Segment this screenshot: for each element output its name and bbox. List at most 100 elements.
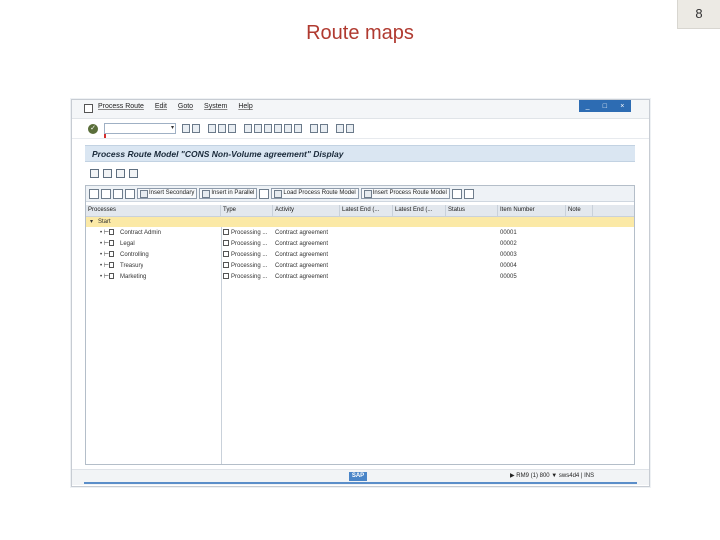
filter-icon[interactable] (101, 188, 111, 199)
system-toolbar-icons (182, 124, 354, 133)
menu-goto[interactable]: Goto (178, 103, 193, 110)
last-page-icon[interactable] (294, 124, 302, 133)
system-info[interactable]: ▶ RM9 (1) 800 ▼ sws4d4 | INS (510, 472, 594, 479)
shortcut-icon[interactable] (320, 124, 328, 133)
export-icon[interactable] (463, 188, 474, 199)
system-toolbar: ✓ ▾ (72, 120, 649, 139)
item-number: 00003 (500, 252, 517, 258)
chevron-down-icon[interactable]: ▾ (171, 124, 174, 133)
save-icon[interactable] (182, 124, 190, 133)
item-number: 00002 (500, 241, 517, 247)
back-icon[interactable] (192, 124, 200, 133)
new-session-icon[interactable] (310, 124, 318, 133)
first-page-icon[interactable] (264, 124, 272, 133)
input-cursor (104, 134, 106, 138)
delete-icon[interactable] (259, 188, 270, 199)
table-row[interactable]: • ⊢ Controlling Processing ... Contract … (86, 250, 634, 260)
menu-help[interactable]: Help (238, 103, 252, 110)
menu-edit[interactable]: Edit (155, 103, 167, 110)
item-number: 00001 (500, 230, 517, 236)
process-name: Treasury (120, 263, 144, 269)
menu-icon[interactable] (84, 104, 93, 113)
col-item-number[interactable]: Item Number (498, 205, 566, 216)
maximize-icon[interactable]: □ (603, 103, 607, 110)
process-name: Legal (120, 241, 135, 247)
application-toolbar (85, 166, 640, 180)
process-type: Processing ... (223, 239, 267, 249)
process-name: Controlling (120, 252, 149, 258)
bottom-accent-line (84, 482, 637, 484)
item-number: 00004 (500, 263, 517, 269)
display-change-icon[interactable] (90, 168, 99, 178)
table-row[interactable]: • ⊢ Marketing Processing ... Contract ag… (86, 272, 634, 282)
col-activity[interactable]: Activity (273, 205, 340, 216)
window-controls: _ □ × (579, 100, 631, 112)
tree-node-icon: • ⊢ (100, 239, 116, 249)
process-activity: Contract agreement (275, 274, 329, 280)
close-icon[interactable]: × (620, 103, 624, 110)
tree-node-icon: • ⊢ (100, 250, 116, 260)
menu-system[interactable]: System (204, 103, 227, 110)
col-type[interactable]: Type (221, 205, 273, 216)
document-icon (223, 262, 229, 268)
table-row[interactable]: • ⊢ Legal Processing ... Contract agreem… (86, 239, 634, 249)
find-icon[interactable] (244, 124, 252, 133)
cancel-icon[interactable] (218, 124, 226, 133)
find-next-icon[interactable] (254, 124, 262, 133)
print-icon[interactable] (228, 124, 236, 133)
prev-page-icon[interactable] (274, 124, 282, 133)
document-icon (223, 240, 229, 246)
col-note[interactable]: Note (566, 205, 593, 216)
enter-check-icon[interactable]: ✓ (88, 124, 98, 134)
tree-node-icon: • ⊢ (100, 261, 116, 271)
print-preview-icon[interactable] (451, 188, 462, 199)
help-icon[interactable] (336, 124, 344, 133)
col-latest-end-1[interactable]: Latest End (... (340, 205, 393, 216)
minimize-icon[interactable]: _ (586, 103, 590, 110)
command-field[interactable]: ▾ (104, 123, 176, 134)
col-latest-end-2[interactable]: Latest End (... (393, 205, 446, 216)
table-row[interactable]: • ⊢ Contract Admin Processing ... Contra… (86, 228, 634, 238)
process-name: Marketing (120, 274, 147, 280)
load-route-model-button[interactable]: Load Process Route Model (271, 188, 359, 199)
process-type: Processing ... (223, 228, 267, 238)
next-page-icon[interactable] (284, 124, 292, 133)
process-type: Processing ... (223, 250, 267, 260)
screen-title: Process Route Model "CONS Non-Volume agr… (85, 145, 635, 162)
process-activity: Contract agreement (275, 263, 329, 269)
expand-arrow-icon[interactable]: ▾ (90, 217, 93, 227)
menu-bar: Process Route Edit Goto System Help _ □ … (72, 100, 649, 119)
slide-title: Route maps (306, 22, 414, 44)
list-icon[interactable] (116, 168, 125, 178)
process-name: Start (98, 219, 111, 225)
process-activity: Contract agreement (275, 241, 329, 247)
menu-process-route[interactable]: Process Route (98, 103, 144, 110)
process-type: Processing ... (223, 261, 267, 271)
exit-icon[interactable] (208, 124, 216, 133)
command-input[interactable] (105, 124, 169, 133)
col-processes[interactable]: Processes (86, 205, 221, 216)
other-object-icon[interactable] (103, 168, 112, 178)
expand-icon[interactable] (113, 188, 123, 199)
insert-secondary-button[interactable]: Insert Secondary (137, 188, 198, 199)
route-model-panel: Insert Secondary Insert in Parallel Load… (85, 185, 635, 465)
panel-toolbar: Insert Secondary Insert in Parallel Load… (86, 186, 634, 202)
col-status[interactable]: Status (446, 205, 498, 216)
details-icon[interactable] (89, 188, 99, 199)
settings-icon[interactable] (129, 168, 138, 178)
layout-icon[interactable] (346, 124, 354, 133)
insert-route-model-button[interactable]: Insert Process Route Model (360, 188, 450, 199)
document-icon (223, 229, 229, 235)
sap-window: Process Route Edit Goto System Help _ □ … (71, 99, 650, 487)
process-name: Contract Admin (120, 230, 162, 236)
tree-node-icon: • ⊢ (100, 272, 116, 282)
insert-parallel-button[interactable]: Insert in Parallel (199, 188, 258, 199)
menu-items: Process Route Edit Goto System Help (98, 103, 262, 110)
collapse-icon[interactable] (125, 188, 135, 199)
process-type: Processing ... (223, 272, 267, 282)
process-activity: Contract agreement (275, 230, 329, 236)
table-row[interactable]: • ⊢ Treasury Processing ... Contract agr… (86, 261, 634, 271)
process-activity: Contract agreement (275, 252, 329, 258)
document-icon (223, 273, 229, 279)
table-row[interactable]: ▾ Start (86, 217, 634, 227)
